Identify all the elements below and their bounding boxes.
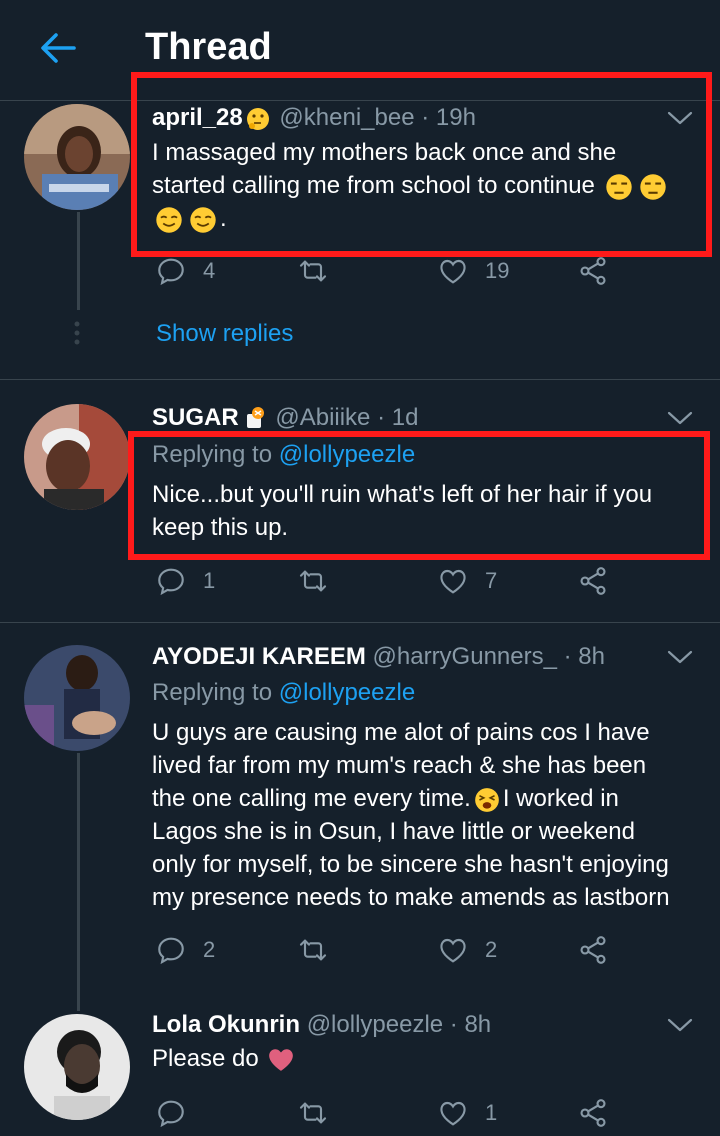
show-replies-link[interactable]: Show replies	[156, 320, 293, 348]
tweet-actions: 4 19	[155, 254, 615, 294]
display-name[interactable]: SUGAR	[152, 404, 239, 431]
share-button[interactable]	[577, 254, 609, 288]
handle[interactable]: @Abiiike	[275, 404, 370, 431]
smiling-face-icon	[156, 206, 182, 233]
tweet-actions: 1	[155, 1096, 615, 1136]
share-icon	[577, 255, 609, 287]
retweet-icon	[297, 1097, 329, 1129]
avatar[interactable]	[24, 645, 130, 751]
display-name[interactable]: april_28	[152, 104, 243, 131]
header-divider	[0, 100, 720, 101]
share-icon	[577, 565, 609, 597]
like-button[interactable]: 2	[437, 933, 497, 967]
chevron-down-icon[interactable]	[666, 408, 694, 428]
thread-line	[77, 753, 80, 1011]
sugar-emoji-icon	[246, 406, 264, 428]
display-name[interactable]: Lola Okunrin	[152, 1011, 300, 1038]
thread-line	[77, 212, 80, 310]
body-line: .	[152, 202, 670, 235]
tweet-body: Nice...but you'll ruin what's left of he…	[152, 478, 652, 544]
body-line: I massaged my mothers back once and she	[152, 139, 617, 166]
pink-heart-icon	[269, 1048, 294, 1071]
thinking-face-icon	[246, 107, 269, 130]
chevron-down-icon[interactable]	[666, 108, 694, 128]
like-button[interactable]: 19	[437, 254, 509, 288]
timestamp: · 1d	[377, 404, 419, 431]
heart-icon	[437, 1097, 469, 1129]
tired-face-icon	[474, 787, 499, 812]
like-button[interactable]: 7	[437, 564, 497, 598]
app-header: Thread	[0, 0, 720, 100]
page-title: Thread	[145, 26, 272, 68]
tweet-body: Please do	[152, 1042, 297, 1075]
share-icon	[577, 934, 609, 966]
reply-button[interactable]	[155, 1096, 203, 1130]
tweet-actions: 2 2	[155, 933, 615, 973]
reply-button[interactable]: 1	[155, 564, 215, 598]
reply-icon	[155, 1097, 187, 1129]
timestamp: · 19h	[421, 104, 476, 131]
more-replies-dots-icon	[74, 321, 80, 345]
display-name[interactable]: AYODEJI KAREEM	[152, 643, 366, 670]
mention-link[interactable]: @lollypeezle	[279, 441, 415, 468]
retweet-icon	[297, 565, 329, 597]
mention-link[interactable]: @lollypeezle	[279, 679, 415, 706]
avatar[interactable]	[24, 104, 130, 210]
retweet-icon	[297, 934, 329, 966]
tweet-divider	[0, 379, 720, 380]
share-button[interactable]	[577, 564, 609, 598]
tweet-meta: april_28 @kheni_bee · 19h	[152, 104, 476, 132]
avatar[interactable]	[24, 1014, 130, 1120]
heart-icon	[437, 934, 469, 966]
handle[interactable]: @kheni_bee	[279, 104, 414, 131]
handle[interactable]: @harryGunners_	[373, 643, 557, 670]
share-icon	[577, 1097, 609, 1129]
tweet-meta: Lola Okunrin @lollypeezle · 8h	[152, 1011, 491, 1039]
share-button[interactable]	[577, 933, 609, 967]
body-line: U guys are causing me alot of pains cos …	[152, 719, 650, 746]
unamused-face-icon	[639, 173, 666, 200]
tweet-meta: SUGAR @Abiiike · 1d	[152, 404, 418, 432]
body-line: my presence needs to make amends as last…	[152, 884, 670, 911]
chevron-down-icon[interactable]	[666, 647, 694, 667]
heart-icon	[437, 565, 469, 597]
tweet-divider	[0, 622, 720, 623]
chevron-down-icon[interactable]	[666, 1015, 694, 1035]
body-line: only for myself, to be sincere she hasn'…	[152, 851, 669, 878]
reply-icon	[155, 565, 187, 597]
reply-icon	[155, 255, 187, 287]
tweet-meta: AYODEJI KAREEM @harryGunners_ · 8h	[152, 643, 605, 671]
body-line: started calling me from school to contin…	[152, 169, 670, 202]
retweet-button[interactable]	[297, 254, 345, 288]
reply-button[interactable]: 2	[155, 933, 215, 967]
retweet-icon	[297, 255, 329, 287]
retweet-button[interactable]	[297, 933, 345, 967]
body-line: Please do	[152, 1042, 297, 1075]
reply-icon	[155, 934, 187, 966]
like-button[interactable]: 1	[437, 1096, 497, 1130]
retweet-button[interactable]	[297, 564, 345, 598]
back-arrow-icon[interactable]	[36, 26, 80, 70]
unamused-face-icon	[605, 173, 632, 200]
avatar[interactable]	[24, 404, 130, 510]
body-line: Nice...but you'll ruin what's left of he…	[152, 481, 653, 508]
body-line: Lagos she is in Osun, I have little or w…	[152, 818, 635, 845]
body-line: keep this up.	[152, 514, 289, 541]
replying-to: Replying to @lollypeezle	[152, 679, 416, 706]
timestamp: · 8h	[563, 643, 605, 670]
body-line: lived far from my mum's reach & she has …	[152, 752, 647, 779]
replying-to: Replying to @lollypeezle	[152, 441, 416, 468]
tweet-body: I massaged my mothers back once and she …	[152, 136, 670, 235]
tweet-body: U guys are causing me alot of pains cos …	[152, 716, 670, 914]
share-button[interactable]	[577, 1096, 609, 1130]
timestamp: · 8h	[449, 1011, 492, 1038]
tweet-actions: 1 7	[155, 564, 615, 604]
body-line: the one calling me every time. I worked i…	[152, 785, 619, 812]
smiling-face-icon	[190, 206, 216, 233]
reply-button[interactable]: 4	[155, 254, 215, 288]
handle[interactable]: @lollypeezle	[307, 1011, 443, 1038]
heart-icon	[437, 255, 469, 287]
retweet-button[interactable]	[297, 1096, 345, 1130]
